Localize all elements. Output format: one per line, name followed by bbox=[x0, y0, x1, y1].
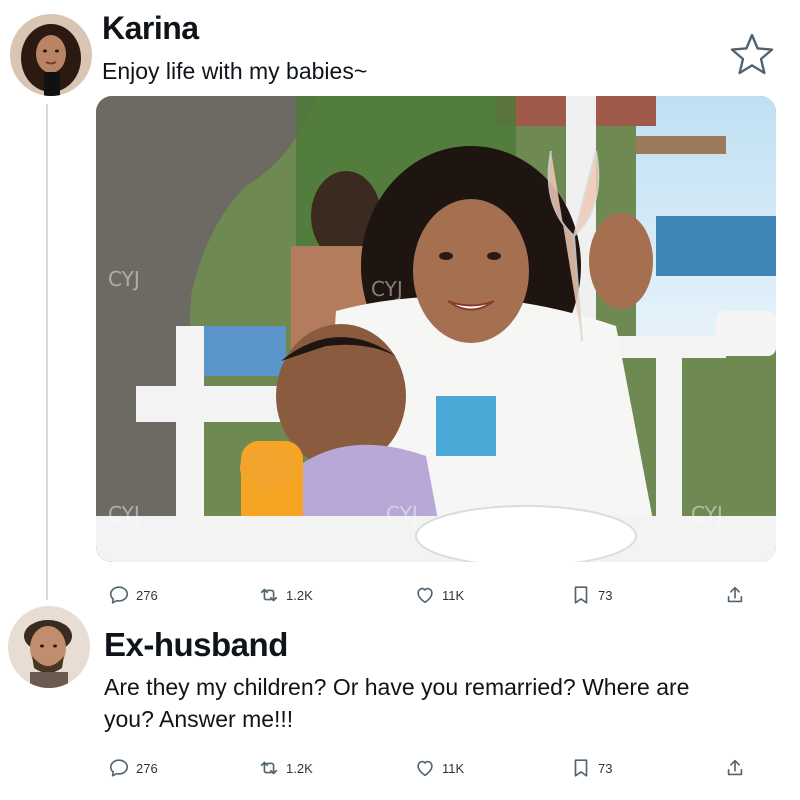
watermark-center: CYJ bbox=[371, 277, 403, 301]
watermark-left: CYJ bbox=[108, 267, 140, 291]
post-action-bar: 276 1.2K 11K 73 bbox=[100, 580, 760, 610]
bookmark-button[interactable]: 73 bbox=[570, 580, 612, 610]
share-icon bbox=[727, 586, 743, 603]
repost-icon bbox=[260, 588, 278, 602]
thread-line bbox=[46, 104, 48, 600]
reply-reply-button[interactable]: 276 bbox=[108, 753, 158, 783]
post-photo[interactable]: CYJ CYJ CYJ CYJ CYJ bbox=[96, 96, 776, 562]
reply-author-name[interactable]: Ex-husband bbox=[104, 626, 288, 664]
karina-avatar[interactable] bbox=[10, 14, 92, 96]
reply-repost-button[interactable]: 1.2K bbox=[258, 753, 313, 783]
like-button[interactable]: 11K bbox=[414, 580, 464, 610]
like-count: 11K bbox=[442, 587, 465, 603]
heart-icon bbox=[417, 760, 433, 777]
repost-button[interactable]: 1.2K bbox=[258, 580, 313, 610]
post-text: Enjoy life with my babies~ bbox=[102, 58, 368, 84]
star-outline-icon[interactable] bbox=[729, 32, 775, 76]
share-icon bbox=[727, 759, 743, 776]
reply-repost-count: 1.2K bbox=[286, 760, 313, 776]
share-button[interactable] bbox=[724, 580, 746, 610]
reply-like-button[interactable]: 11K bbox=[414, 753, 464, 783]
reply-icon bbox=[109, 586, 129, 604]
reply-reply-count: 276 bbox=[136, 760, 158, 776]
post-author-name[interactable]: Karina bbox=[102, 10, 199, 47]
reply-button[interactable]: 276 bbox=[108, 580, 158, 610]
reply-count: 276 bbox=[136, 587, 158, 603]
bookmark-count: 73 bbox=[598, 587, 613, 603]
bookmark-icon bbox=[574, 586, 588, 604]
reply-like-count: 11K bbox=[442, 760, 465, 776]
reply-bookmark-button[interactable]: 73 bbox=[570, 753, 612, 783]
ex-husband-avatar[interactable] bbox=[8, 606, 90, 688]
reply-action-bar: 276 1.2K 11K 73 bbox=[100, 753, 760, 783]
watermark-bottom-right: CYJ bbox=[691, 502, 723, 526]
reply-text-line1: Are they my children? Or have you remarr… bbox=[104, 674, 690, 700]
reply-text-line2: you? Answer me!!! bbox=[104, 706, 294, 732]
reply-icon bbox=[109, 759, 129, 777]
bookmark-icon bbox=[574, 759, 588, 777]
watermark-bottom-left: CYJ bbox=[108, 502, 140, 526]
reply-share-button[interactable] bbox=[724, 753, 746, 783]
heart-icon bbox=[417, 587, 433, 604]
reply-bookmark-count: 73 bbox=[598, 760, 613, 776]
watermark-bottom-center: CYJ bbox=[386, 502, 418, 526]
repost-icon bbox=[260, 761, 278, 775]
repost-count: 1.2K bbox=[286, 587, 313, 603]
